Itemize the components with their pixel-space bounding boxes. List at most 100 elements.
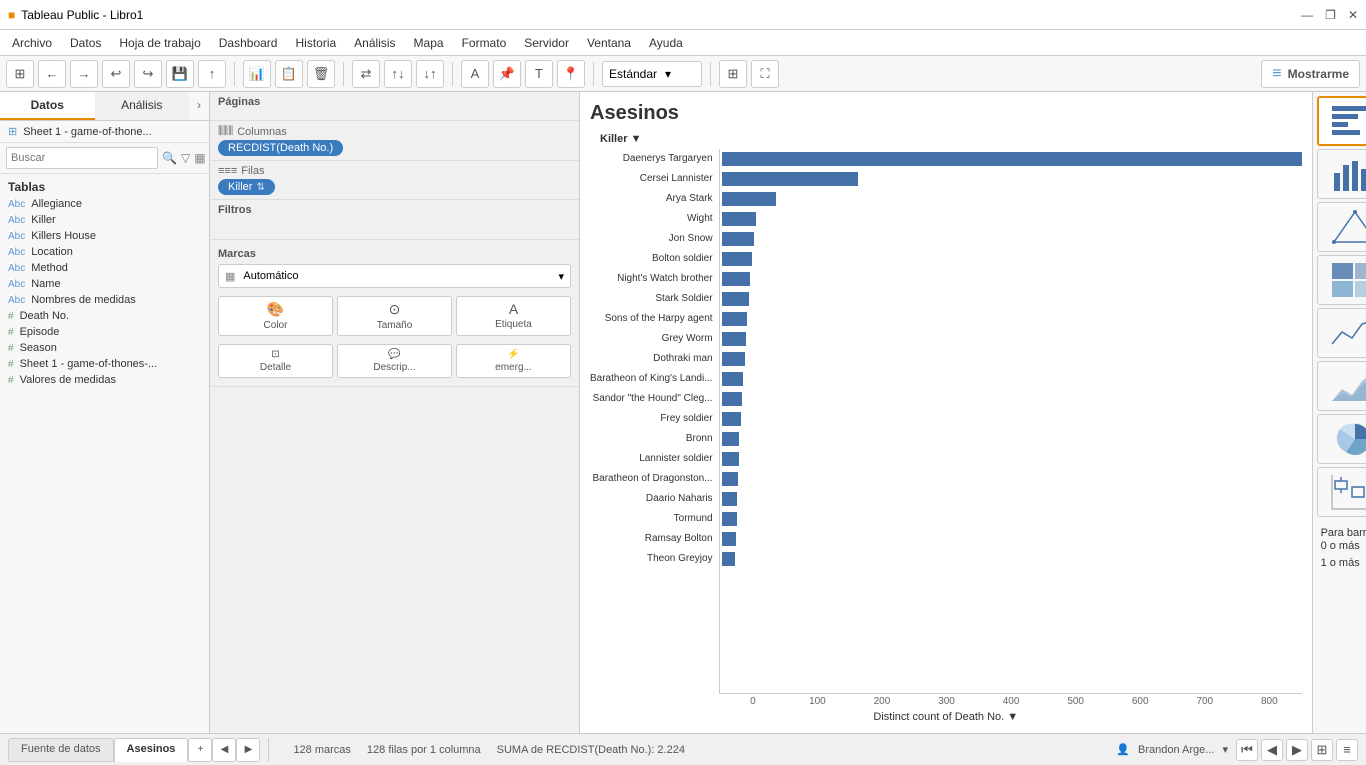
- tab-analysis[interactable]: Análisis: [95, 92, 190, 120]
- menu-dashboard[interactable]: Dashboard: [211, 34, 286, 52]
- bar-row[interactable]: [720, 309, 1302, 329]
- prev-btn[interactable]: ◀: [1261, 739, 1283, 761]
- chart-type-bar-horizontal[interactable]: [1317, 96, 1366, 146]
- move-sheet-left[interactable]: ◀: [212, 738, 236, 762]
- bar-row[interactable]: [720, 449, 1302, 469]
- text-btn[interactable]: T: [525, 60, 553, 88]
- field-location[interactable]: Abc Location: [0, 244, 209, 260]
- duplicate-sheet[interactable]: 📋: [275, 60, 303, 88]
- marks-type-dropdown[interactable]: ▦ Automático ▾: [218, 264, 571, 288]
- field-sheet1[interactable]: # Sheet 1 - game-of-thones-...: [0, 356, 209, 372]
- size-btn[interactable]: ⊙ Tamaño: [337, 296, 452, 336]
- add-sheet-btn[interactable]: +: [188, 738, 212, 762]
- chart-type-line[interactable]: [1317, 308, 1366, 358]
- bar-row[interactable]: [720, 349, 1302, 369]
- field-method[interactable]: Abc Method: [0, 260, 209, 276]
- tab-asesinos[interactable]: Asesinos: [114, 738, 189, 762]
- datasource-row[interactable]: ⊞ Sheet 1 - game-of-thone...: [0, 121, 209, 143]
- bar-row[interactable]: [720, 289, 1302, 309]
- tab-datos[interactable]: Datos: [0, 92, 95, 120]
- move-sheet-right[interactable]: ▶: [236, 738, 260, 762]
- bar-row[interactable]: [720, 209, 1302, 229]
- filter-icon[interactable]: ▽: [181, 151, 190, 165]
- back-button[interactable]: ←: [38, 60, 66, 88]
- menu-hoja[interactable]: Hoja de trabajo: [111, 34, 208, 52]
- field-death-no[interactable]: # Death No.: [0, 308, 209, 324]
- tab-fuente[interactable]: Fuente de datos: [8, 738, 114, 762]
- field-season[interactable]: # Season: [0, 340, 209, 356]
- save-button[interactable]: 💾: [166, 60, 194, 88]
- bar-row[interactable]: [720, 229, 1302, 249]
- list-btn[interactable]: ≡: [1336, 739, 1358, 761]
- bar-row[interactable]: [720, 149, 1302, 169]
- bar-row[interactable]: [720, 189, 1302, 209]
- bar-row[interactable]: [720, 409, 1302, 429]
- bar-row[interactable]: [720, 169, 1302, 189]
- bar-row[interactable]: [720, 269, 1302, 289]
- user-dropdown-chevron[interactable]: ▾: [1222, 743, 1228, 756]
- rows-pill[interactable]: Killer ⇅: [218, 179, 275, 195]
- swap-btn[interactable]: ⇄: [352, 60, 380, 88]
- bar-row[interactable]: [720, 489, 1302, 509]
- chart-type-pie[interactable]: [1317, 414, 1366, 464]
- bar-row[interactable]: [720, 249, 1302, 269]
- bar-row[interactable]: [720, 369, 1302, 389]
- bar-row[interactable]: [720, 549, 1302, 569]
- color-btn[interactable]: 🎨 Color: [218, 296, 333, 336]
- forward-button[interactable]: →: [70, 60, 98, 88]
- bar-row[interactable]: [720, 429, 1302, 449]
- menu-datos[interactable]: Datos: [62, 34, 109, 52]
- home-button[interactable]: ⊞: [6, 60, 34, 88]
- field-killers-house[interactable]: Abc Killers House: [0, 228, 209, 244]
- menu-archivo[interactable]: Archivo: [4, 34, 60, 52]
- menu-servidor[interactable]: Servidor: [516, 34, 577, 52]
- menu-analisis[interactable]: Análisis: [346, 34, 403, 52]
- menu-ayuda[interactable]: Ayuda: [641, 34, 691, 52]
- clear-sheet[interactable]: 🗑: [307, 60, 335, 88]
- new-sheet[interactable]: 📊: [243, 60, 271, 88]
- tooltip-btn[interactable]: 💬 Descrip...: [337, 344, 452, 378]
- field-killer[interactable]: Abc Killer: [0, 212, 209, 228]
- field-valores-medidas[interactable]: # Valores de medidas: [0, 372, 209, 388]
- publish-button[interactable]: ↑: [198, 60, 226, 88]
- bar-row[interactable]: [720, 469, 1302, 489]
- panel-close-btn[interactable]: ›: [189, 92, 209, 120]
- undo-button[interactable]: ↩: [102, 60, 130, 88]
- bar-row[interactable]: [720, 329, 1302, 349]
- tooltip-btn[interactable]: 📌: [493, 60, 521, 88]
- chart-type-heatmap[interactable]: [1317, 255, 1366, 305]
- view-toggle-icon[interactable]: ▦: [194, 151, 205, 165]
- menu-formato[interactable]: Formato: [454, 34, 515, 52]
- field-episode[interactable]: # Episode: [0, 324, 209, 340]
- chart-type-boxplot[interactable]: [1317, 467, 1366, 517]
- shape-btn[interactable]: ⚡ emerg...: [456, 344, 571, 378]
- label-btn[interactable]: A: [461, 60, 489, 88]
- close-button[interactable]: ✕: [1348, 8, 1358, 22]
- bar-row[interactable]: [720, 529, 1302, 549]
- field-nombres-medidas[interactable]: Abc Nombres de medidas: [0, 292, 209, 308]
- columns-pill[interactable]: RECDIST(Death No.): [218, 140, 343, 156]
- bar-row[interactable]: [720, 389, 1302, 409]
- chart-type-scatter[interactable]: [1317, 202, 1366, 252]
- next-btn[interactable]: ▶: [1286, 739, 1308, 761]
- minimize-button[interactable]: —: [1301, 8, 1313, 22]
- grid-view[interactable]: ⊞: [719, 60, 747, 88]
- sort-desc[interactable]: ↓↑: [416, 60, 444, 88]
- menu-mapa[interactable]: Mapa: [406, 34, 452, 52]
- fit-view[interactable]: ⛶: [751, 60, 779, 88]
- sort-asc[interactable]: ↑↓: [384, 60, 412, 88]
- menu-ventana[interactable]: Ventana: [579, 34, 639, 52]
- menu-historia[interactable]: Historia: [287, 34, 344, 52]
- maximize-button[interactable]: ❐: [1325, 8, 1336, 22]
- pin-btn[interactable]: 📍: [557, 60, 585, 88]
- label-btn[interactable]: A Etiqueta: [456, 296, 571, 336]
- standard-dropdown[interactable]: Estándar ▾: [602, 61, 702, 87]
- mostrarme-button[interactable]: ≡ Mostrarme: [1261, 60, 1360, 88]
- bar-row[interactable]: [720, 509, 1302, 529]
- detail-btn[interactable]: ⊡ Detalle: [218, 344, 333, 378]
- grid-btn[interactable]: ⊞: [1311, 739, 1333, 761]
- chart-type-dual-area[interactable]: [1317, 361, 1366, 411]
- search-icon[interactable]: 🔍: [162, 151, 177, 165]
- prev-page[interactable]: ⏮: [1236, 739, 1258, 761]
- redo-button[interactable]: ↪: [134, 60, 162, 88]
